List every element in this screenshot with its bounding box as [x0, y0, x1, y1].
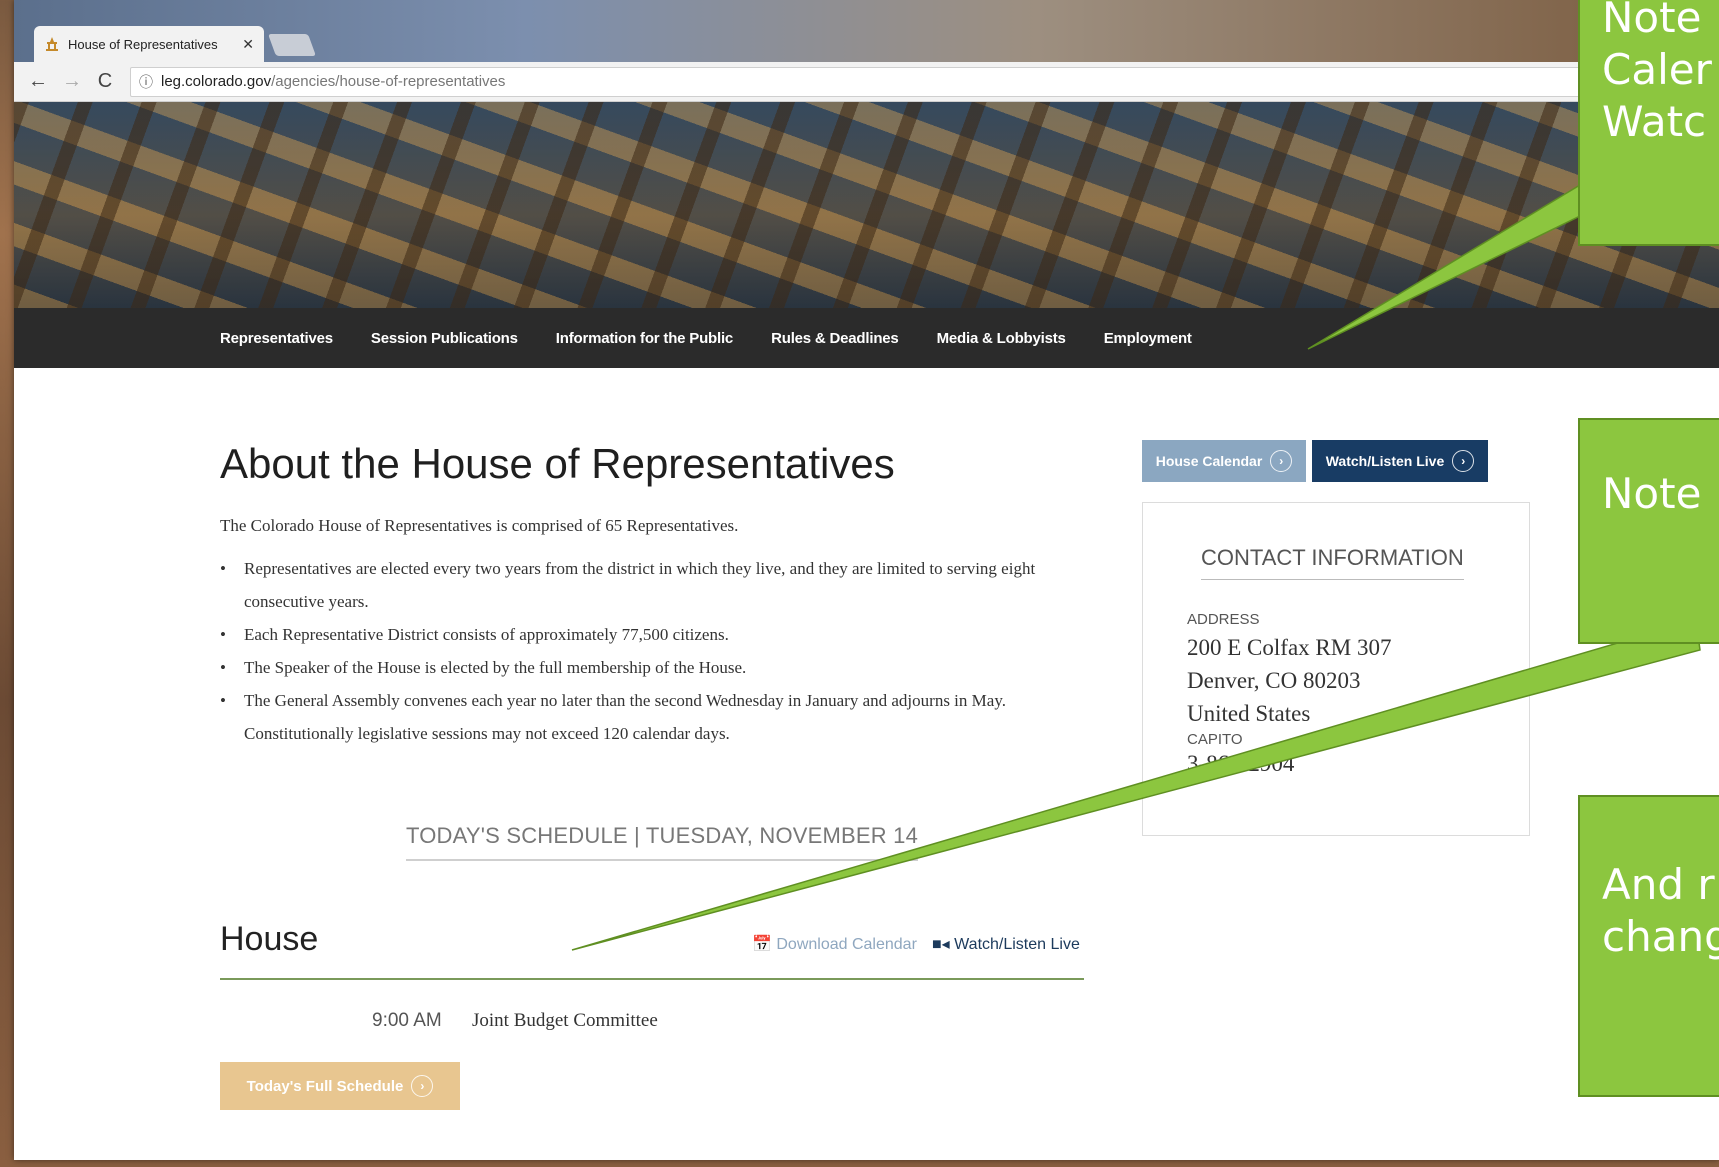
annotation-callout: Note — [1578, 418, 1719, 644]
callout-line: Watc — [1602, 97, 1707, 146]
callout-pointer — [571, 619, 1701, 951]
annotation-callout: Note Caler Watc — [1578, 0, 1719, 246]
callout-line: Note — [1602, 469, 1702, 518]
callout-line: Caler — [1602, 45, 1712, 94]
callout-line: chang — [1602, 912, 1719, 961]
callout-line: Note — [1602, 0, 1702, 42]
callout-pointers — [571, 183, 1701, 951]
callout-pointer — [1307, 183, 1583, 350]
callout-line: And r — [1602, 860, 1715, 909]
annotation-callout: And r chang — [1578, 795, 1719, 1097]
